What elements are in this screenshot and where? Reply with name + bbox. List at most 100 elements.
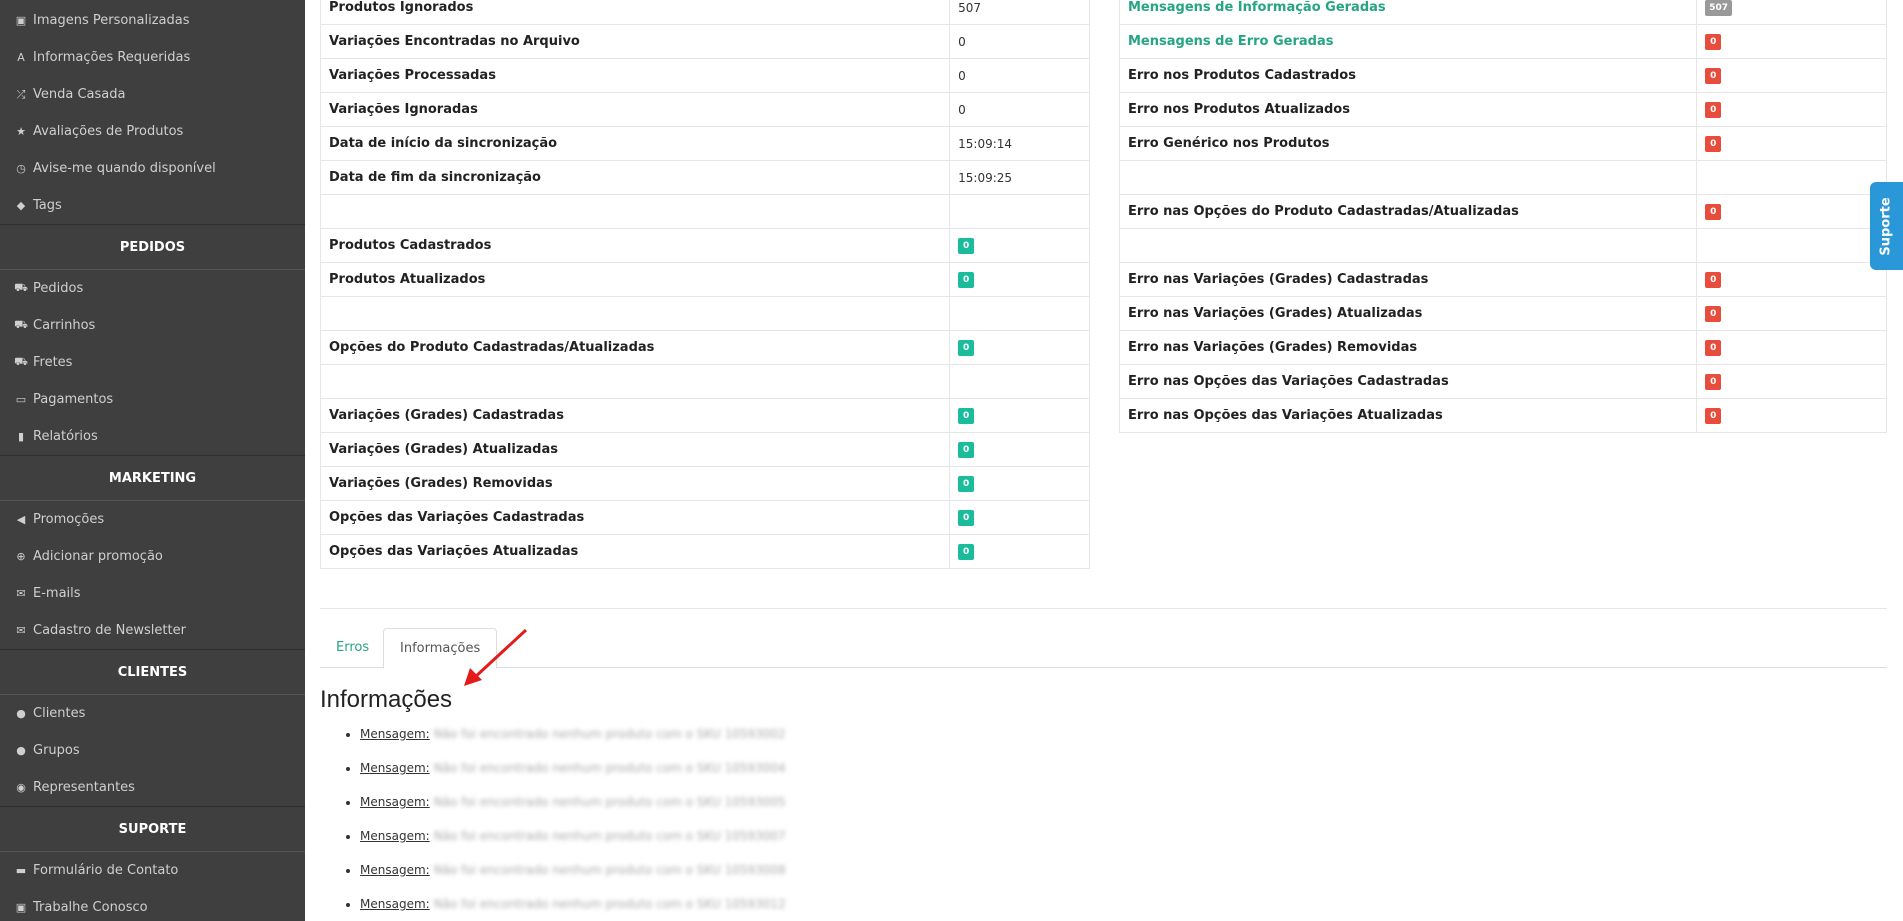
shuffle-icon: ⤮ bbox=[16, 87, 26, 101]
table-row: Produtos Cadastrados 0 bbox=[319, 228, 1090, 263]
row-label: Produtos Ignorados bbox=[319, 0, 951, 25]
sidebar-item-grupos[interactable]: ● Grupos bbox=[0, 732, 305, 769]
table-row: Produtos Atualizados 0 bbox=[319, 262, 1090, 297]
list-item: Mensagem:Não foi encontrado nenhum produ… bbox=[360, 858, 786, 892]
row-value: 0 bbox=[949, 92, 1090, 127]
sidebar-item-label: E-mails bbox=[33, 586, 81, 601]
suporte-button[interactable]: Suporte bbox=[1870, 182, 1903, 270]
message-text: Não foi encontrado nenhum produto com o … bbox=[433, 727, 786, 741]
table-row: Variações Encontradas no Arquivo 0 bbox=[319, 24, 1090, 59]
row-label: Erro nos Produtos Atualizados bbox=[1118, 92, 1698, 127]
row-value: 507 bbox=[949, 0, 1090, 25]
sidebar-item-venda-casada[interactable]: ⤮ Venda Casada bbox=[0, 76, 305, 113]
count-badge: 0 bbox=[958, 272, 975, 288]
row-label: Variações Ignoradas bbox=[319, 92, 951, 127]
message-label: Mensagem: bbox=[360, 727, 430, 741]
sidebar-item-pedidos[interactable]: ⛟ Pedidos bbox=[0, 270, 305, 307]
sidebar-item-fretes[interactable]: ⛟ Fretes bbox=[0, 344, 305, 381]
row-label: Mensagens de Erro Geradas bbox=[1118, 24, 1698, 59]
message-text: Não foi encontrado nenhum produto com o … bbox=[433, 795, 786, 809]
sidebar-item-representantes[interactable]: ◉ Representantes bbox=[0, 769, 305, 806]
row-label: Variações Processadas bbox=[319, 58, 951, 93]
count-badge: 0 bbox=[958, 476, 975, 492]
sidebar-item-trabalhe-conosco[interactable]: ▣ Trabalhe Conosco bbox=[0, 889, 305, 921]
bullhorn-icon: ◀ bbox=[16, 513, 26, 526]
row-label: Erro nas Variações (Grades) Cadastradas bbox=[1118, 262, 1698, 297]
count-badge: 0 bbox=[1705, 408, 1722, 424]
sidebar-item-newsletter[interactable]: ✉ Cadastro de Newsletter bbox=[0, 612, 305, 649]
sidebar-item-emails[interactable]: ✉ E-mails bbox=[0, 575, 305, 612]
sidebar-item-carrinhos[interactable]: ⛟ Carrinhos bbox=[0, 307, 305, 344]
sidebar-item-informacoes-requeridas[interactable]: A Informações Requeridas bbox=[0, 39, 305, 76]
count-badge: 0 bbox=[958, 442, 975, 458]
user-icon: ● bbox=[16, 707, 26, 720]
count-badge: 0 bbox=[1705, 136, 1722, 152]
row-label: Erro Genérico nos Produtos bbox=[1118, 126, 1698, 161]
sidebar-item-label: Representantes bbox=[33, 780, 135, 795]
table-row: Erro nas Variações (Grades) Atualizadas 0 bbox=[1118, 296, 1887, 331]
row-label: Erro nas Opções das Variações Cadastrada… bbox=[1118, 364, 1698, 399]
count-badge: 0 bbox=[1705, 306, 1722, 322]
row-label: Opções das Variações Cadastradas bbox=[319, 500, 951, 535]
message-text: Não foi encontrado nenhum produto com o … bbox=[433, 829, 786, 843]
credit-card-icon: ▭ bbox=[15, 393, 27, 406]
table-row: Data de início da sincronização 15:09:14 bbox=[319, 126, 1090, 161]
briefcase-icon: ▣ bbox=[15, 901, 27, 914]
plus-circle-icon: ⊕ bbox=[16, 550, 26, 563]
sidebar-item-clientes[interactable]: ● Clientes bbox=[0, 695, 305, 732]
tag-icon: ◆ bbox=[16, 199, 26, 212]
comment-icon: ▬ bbox=[15, 864, 27, 877]
sidebar-item-avaliacoes[interactable]: ★ Avaliações de Produtos bbox=[0, 113, 305, 150]
row-label: Variações (Grades) Cadastradas bbox=[319, 398, 951, 433]
sidebar-item-formulario-contato[interactable]: ▬ Formulário de Contato bbox=[0, 852, 305, 889]
message-text: Não foi encontrado nenhum produto com o … bbox=[433, 863, 786, 877]
table-row: Erro nos Produtos Atualizados 0 bbox=[1118, 92, 1887, 127]
sidebar-item-adicionar-promocao[interactable]: ⊕ Adicionar promoção bbox=[0, 538, 305, 575]
count-badge: 0 bbox=[958, 544, 975, 560]
sidebar-item-pagamentos[interactable]: ▭ Pagamentos bbox=[0, 381, 305, 418]
message-label: Mensagem: bbox=[360, 863, 430, 877]
sidebar-item-label: Trabalhe Conosco bbox=[33, 900, 148, 915]
table-row: Mensagens de Informação Geradas 507 bbox=[1118, 0, 1887, 25]
row-label: Opções do Produto Cadastradas/Atualizada… bbox=[319, 330, 951, 365]
sidebar-item-promocoes[interactable]: ◀ Promoções bbox=[0, 501, 305, 538]
sidebar-section-clientes: CLIENTES bbox=[0, 649, 305, 695]
count-badge: 0 bbox=[958, 340, 975, 356]
sidebar-item-relatorios[interactable]: ▮ Relatórios bbox=[0, 418, 305, 455]
sidebar-item-label: Carrinhos bbox=[33, 318, 96, 333]
sidebar-item-label: Pedidos bbox=[33, 281, 84, 296]
sidebar-item-avise-me[interactable]: ◷ Avise-me quando disponível bbox=[0, 150, 305, 187]
list-item: Mensagem:Não foi encontrado nenhum produ… bbox=[360, 756, 786, 790]
table-row: Erro nos Produtos Cadastrados 0 bbox=[1118, 58, 1887, 93]
table-row: Erro nas Opções do Produto Cadastradas/A… bbox=[1118, 194, 1887, 229]
row-value: 15:09:25 bbox=[949, 160, 1090, 195]
envelope-icon: ✉ bbox=[16, 624, 26, 637]
row-value: 15:09:14 bbox=[949, 126, 1090, 161]
red-arrow-annotation bbox=[464, 628, 528, 686]
row-label: Erro nas Opções do Produto Cadastradas/A… bbox=[1118, 194, 1698, 229]
table-row: Erro nas Opções das Variações Cadastrada… bbox=[1118, 364, 1887, 399]
row-label: Mensagens de Informação Geradas bbox=[1118, 0, 1698, 25]
tab-erros[interactable]: Erros bbox=[320, 628, 385, 668]
table-row: Opções do Produto Cadastradas/Atualizada… bbox=[319, 330, 1090, 365]
list-item: Mensagem:Não foi encontrado nenhum produ… bbox=[360, 824, 786, 858]
sync-summary-table: Produtos Ignorados 507 Variações Encontra… bbox=[319, 0, 1090, 569]
table-row: Opções das Variações Cadastradas 0 bbox=[319, 500, 1090, 535]
clock-icon: ◷ bbox=[16, 162, 26, 175]
main-content: Produtos Ignorados 507 Variações Encontra… bbox=[319, 0, 1887, 921]
table-row: Erro nas Opções das Variações Atualizada… bbox=[1118, 398, 1887, 433]
count-badge: 0 bbox=[1705, 374, 1722, 390]
table-row: Variações (Grades) Removidas 0 bbox=[319, 466, 1090, 501]
sidebar-item-imagens-personalizadas[interactable]: ▣ Imagens Personalizadas bbox=[0, 2, 305, 39]
count-badge: 0 bbox=[1705, 272, 1722, 288]
bar-chart-icon: ▮ bbox=[17, 430, 25, 443]
sidebar-item-label: Avaliações de Produtos bbox=[33, 124, 184, 139]
row-label: Opções das Variações Atualizadas bbox=[319, 534, 951, 569]
sidebar-item-tags[interactable]: ◆ Tags bbox=[0, 187, 305, 224]
table-spacer-row bbox=[319, 194, 1090, 229]
users-icon: ● bbox=[16, 744, 26, 757]
star-icon: ★ bbox=[16, 125, 26, 138]
count-badge: 0 bbox=[1705, 34, 1722, 50]
sidebar-section-suporte: SUPORTE bbox=[0, 806, 305, 852]
envelope-icon: ✉ bbox=[16, 587, 26, 600]
